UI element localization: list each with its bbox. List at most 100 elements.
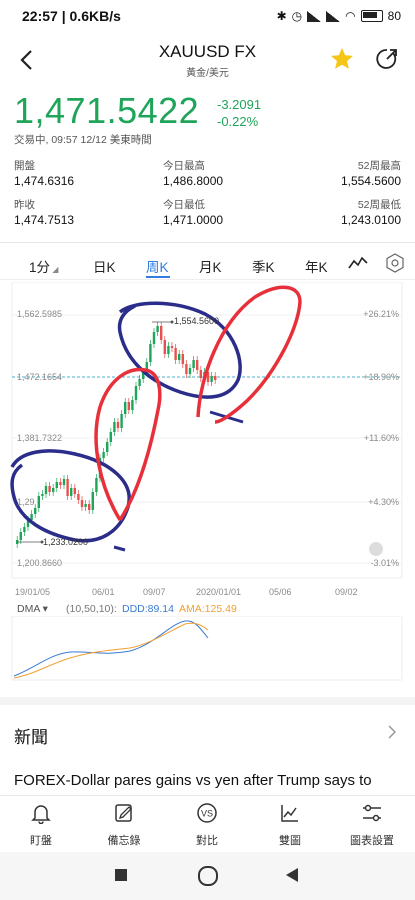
toolbar-watch-button[interactable]: 盯盤: [11, 802, 71, 848]
candle-body: [91, 492, 94, 510]
candle-body: [163, 340, 166, 354]
tab-quarterly[interactable]: 季K: [252, 256, 275, 276]
favorite-star-icon[interactable]: [328, 45, 356, 73]
candle-body: [116, 422, 120, 428]
indicator-selector[interactable]: DMA ▾: [17, 603, 48, 615]
news-item[interactable]: FOREX-Dollar pares gains vs yen after Tr…: [14, 772, 372, 789]
x-axis-label: 05/06: [269, 587, 292, 597]
candle-body: [109, 432, 112, 442]
candlestick-chart[interactable]: [0, 282, 415, 602]
battery-icon: [360, 10, 383, 22]
pct-axis-label: -3.01%: [370, 558, 399, 568]
pct-axis-label: +18.90%: [363, 372, 399, 382]
svg-text:VS: VS: [201, 809, 213, 819]
pct-axis-label: +26.21%: [363, 309, 399, 319]
candle-body: [192, 360, 195, 368]
home-icon[interactable]: [198, 866, 218, 886]
y-axis-label: 1,200.8660: [17, 558, 63, 568]
candle-body: [199, 370, 202, 378]
candle-body: [102, 452, 105, 458]
status-icons: ✱ ◷ ◠ 80: [277, 9, 401, 23]
candle-body: [66, 479, 69, 496]
back-nav-icon[interactable]: [285, 867, 299, 883]
share-icon[interactable]: [373, 45, 401, 73]
toolbar-label: 圖表設置: [350, 835, 394, 847]
chart-frame: [11, 282, 403, 579]
change-value: -3.2091: [217, 97, 262, 112]
low-marker-label: 1,233.0200: [43, 537, 89, 547]
candle-body: [70, 488, 73, 496]
toolbar-memo-button[interactable]: 備忘錄: [94, 802, 154, 848]
candle-body: [160, 326, 163, 340]
indicator-frame: [11, 616, 403, 681]
candle-body: [41, 494, 44, 496]
annotation-shape-red-2: [196, 285, 302, 424]
toolbar-compare-button[interactable]: VS 對比: [177, 802, 237, 848]
stat-day-low-value: 1,471.0000: [163, 213, 224, 227]
y-axis-label: 1,472.1654: [17, 372, 63, 382]
stat-open-label: 開盤: [14, 160, 35, 172]
system-nav-bar: [0, 852, 415, 900]
high-marker-label: 1,554.5600: [174, 316, 220, 326]
candle-body: [152, 332, 156, 344]
vs-icon: VS: [197, 803, 217, 823]
stat-52w-high-value: 1,554.5600: [340, 174, 401, 188]
candle-body: [95, 478, 98, 492]
stat-prev-close-value: 1,474.7513: [14, 213, 75, 227]
settings-hex-icon[interactable]: [385, 253, 405, 273]
divider: [0, 279, 415, 280]
bluetooth-icon: ✱: [276, 9, 287, 23]
signal-icon: [307, 10, 322, 22]
stat-prev-close-label: 昨收: [14, 199, 35, 211]
candle-body: [178, 354, 181, 360]
indicator-ddd: DDD:89.14: [122, 603, 174, 615]
reset-zoom-icon[interactable]: [369, 542, 383, 556]
candle-body: [113, 422, 116, 432]
dual-chart-icon: [281, 805, 298, 822]
candle-body: [188, 368, 192, 374]
candle-body: [134, 386, 138, 400]
indicator-ama: AMA:125.49: [179, 603, 237, 615]
candle-body: [181, 354, 184, 364]
y-axis-label: 1,29: [17, 497, 35, 507]
candle-body: [80, 500, 84, 507]
stat-day-low-label: 今日最低: [163, 199, 205, 211]
pct-axis-label: +4.30%: [368, 497, 399, 507]
stat-52w-high-label: 52周最高: [357, 160, 401, 172]
change-percent: -0.22%: [217, 114, 259, 129]
tab-monthly[interactable]: 月K: [199, 256, 222, 276]
pct-axis-label: +11.60%: [363, 433, 399, 443]
tab-weekly[interactable]: 周K: [146, 256, 169, 276]
x-axis-label: 09/02: [335, 587, 358, 597]
trading-status: 交易中, 09:57 12/12 美東時間: [14, 134, 152, 146]
last-price: 1,471.5422: [14, 90, 200, 131]
tab-yearly[interactable]: 年K: [305, 256, 328, 276]
toolbar-dual-chart-button[interactable]: 雙圖: [260, 802, 320, 848]
stat-day-high-value: 1,486.8000: [163, 174, 224, 188]
toolbar-chart-settings-button[interactable]: 圖表設置: [342, 802, 402, 848]
battery-level: 80: [387, 9, 401, 23]
alarm-icon: ◷: [291, 9, 303, 23]
x-axis-label: 06/01: [92, 587, 115, 597]
x-axis-label: 09/07: [143, 587, 166, 597]
bell-icon: [31, 805, 51, 825]
candle-body: [34, 508, 37, 514]
candle-body: [185, 364, 188, 374]
recents-icon[interactable]: [115, 869, 127, 881]
news-section-title: 新聞: [14, 728, 48, 747]
line-chart-toggle-icon[interactable]: [348, 255, 368, 271]
tab-1min[interactable]: 1分 ◢: [29, 256, 58, 276]
indicator-params: (10,50,10):: [66, 603, 117, 615]
chevron-right-icon[interactable]: [386, 725, 398, 739]
app-header: XAUUSD FX 黃金/美元: [0, 34, 415, 84]
dma-indicator-chart: [11, 616, 403, 681]
candle-body: [167, 346, 170, 354]
candle-body: [73, 488, 76, 494]
y-axis-label: 1,381.7322: [17, 433, 63, 443]
candle-body: [124, 402, 127, 414]
tab-daily[interactable]: 日K: [93, 256, 116, 276]
ama-line: [13, 622, 209, 679]
candle-body: [210, 376, 213, 382]
ddd-line: [13, 620, 209, 677]
candle-body: [37, 496, 40, 508]
